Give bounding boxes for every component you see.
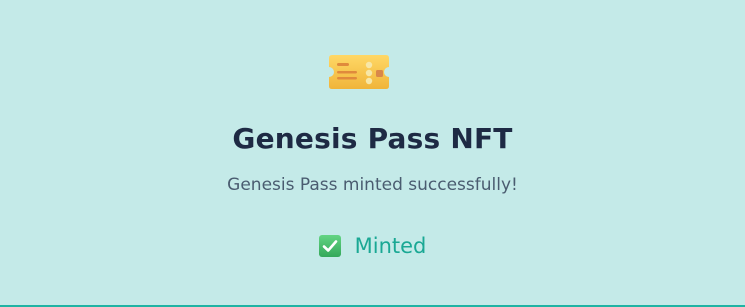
page-title: Genesis Pass NFT — [232, 122, 513, 155]
mint-result-card: Genesis Pass NFT Genesis Pass minted suc… — [0, 0, 745, 307]
status-badge: Minted — [0, 231, 745, 261]
check-mark-button-icon — [318, 235, 341, 257]
success-message: Genesis Pass minted successfully! — [227, 175, 518, 195]
status-label: Minted — [354, 234, 427, 258]
ticket-icon — [329, 55, 389, 89]
